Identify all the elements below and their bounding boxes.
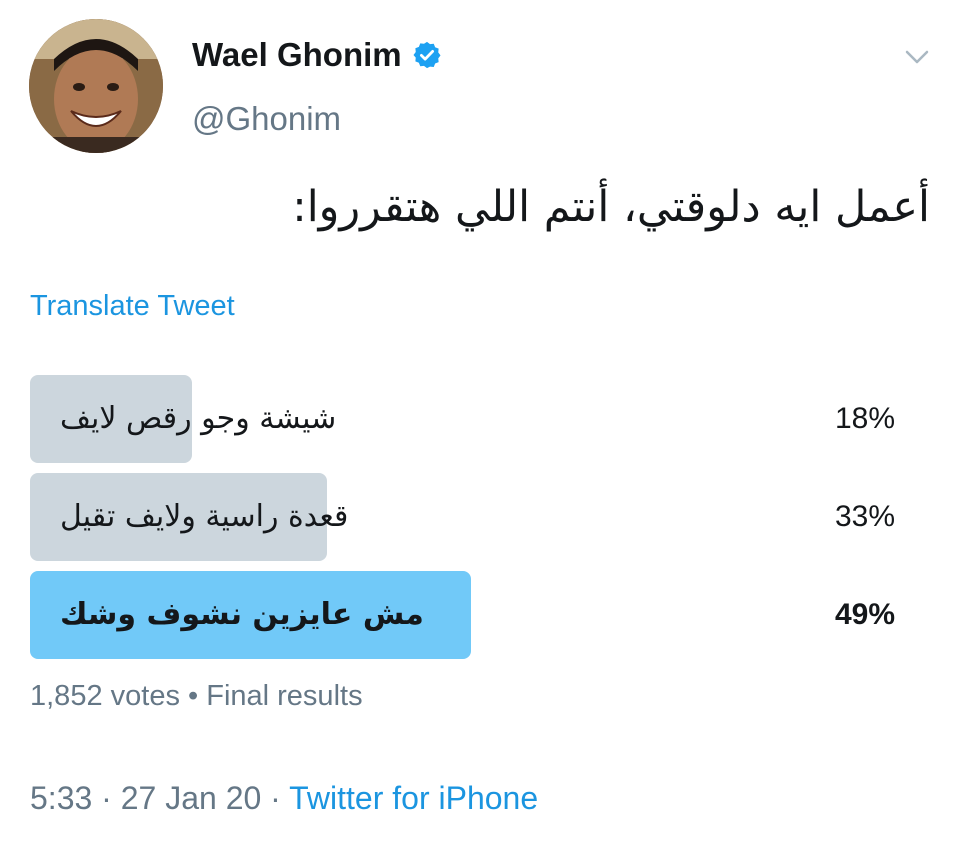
poll-option-percent: 33% <box>834 500 895 533</box>
vote-count: 1,852 votes <box>30 680 180 712</box>
avatar[interactable] <box>29 19 163 153</box>
poll-option-percent: 18% <box>834 402 895 435</box>
poll-option-label: قعدة راسية ولايف تقيل <box>60 499 349 534</box>
separator-dot: · <box>101 780 112 816</box>
translate-tweet-link[interactable]: Translate Tweet <box>30 290 235 323</box>
verified-badge-icon <box>412 40 442 70</box>
poll-option-label: شيشة وجو رقص لايف <box>60 401 337 436</box>
avatar-photo <box>29 19 163 153</box>
poll-option-percent: 49% <box>834 598 895 631</box>
display-name-row[interactable]: Wael Ghonim <box>192 36 442 74</box>
display-name[interactable]: Wael Ghonim <box>192 36 402 74</box>
tweet-text: أعمل ايه دلوقتي، أنتم اللي هتقرروا: <box>292 182 930 232</box>
user-handle[interactable]: @Ghonim <box>192 100 341 138</box>
tweet-source-link[interactable]: Twitter for iPhone <box>289 780 538 816</box>
tweet-timestamp: 5:33 · 27 Jan 20 · Twitter for iPhone <box>30 780 538 817</box>
separator-dot: • <box>188 680 199 712</box>
poll-option-2: قعدة راسية ولايف تقيل 33% <box>30 473 895 561</box>
tweet-time[interactable]: 5:33 <box>30 780 92 816</box>
poll-option-1: شيشة وجو رقص لايف 18% <box>30 375 895 463</box>
chevron-down-icon[interactable] <box>900 40 934 74</box>
poll-summary: 1,852 votes • Final results <box>30 680 363 713</box>
separator-dot: · <box>270 780 281 816</box>
poll-option-label: مش عايزين نشوف وشك <box>60 597 424 632</box>
poll-option-3: مش عايزين نشوف وشك 49% <box>30 571 895 659</box>
tweet-date[interactable]: 27 Jan 20 <box>121 780 262 816</box>
poll-status: Final results <box>206 680 363 712</box>
